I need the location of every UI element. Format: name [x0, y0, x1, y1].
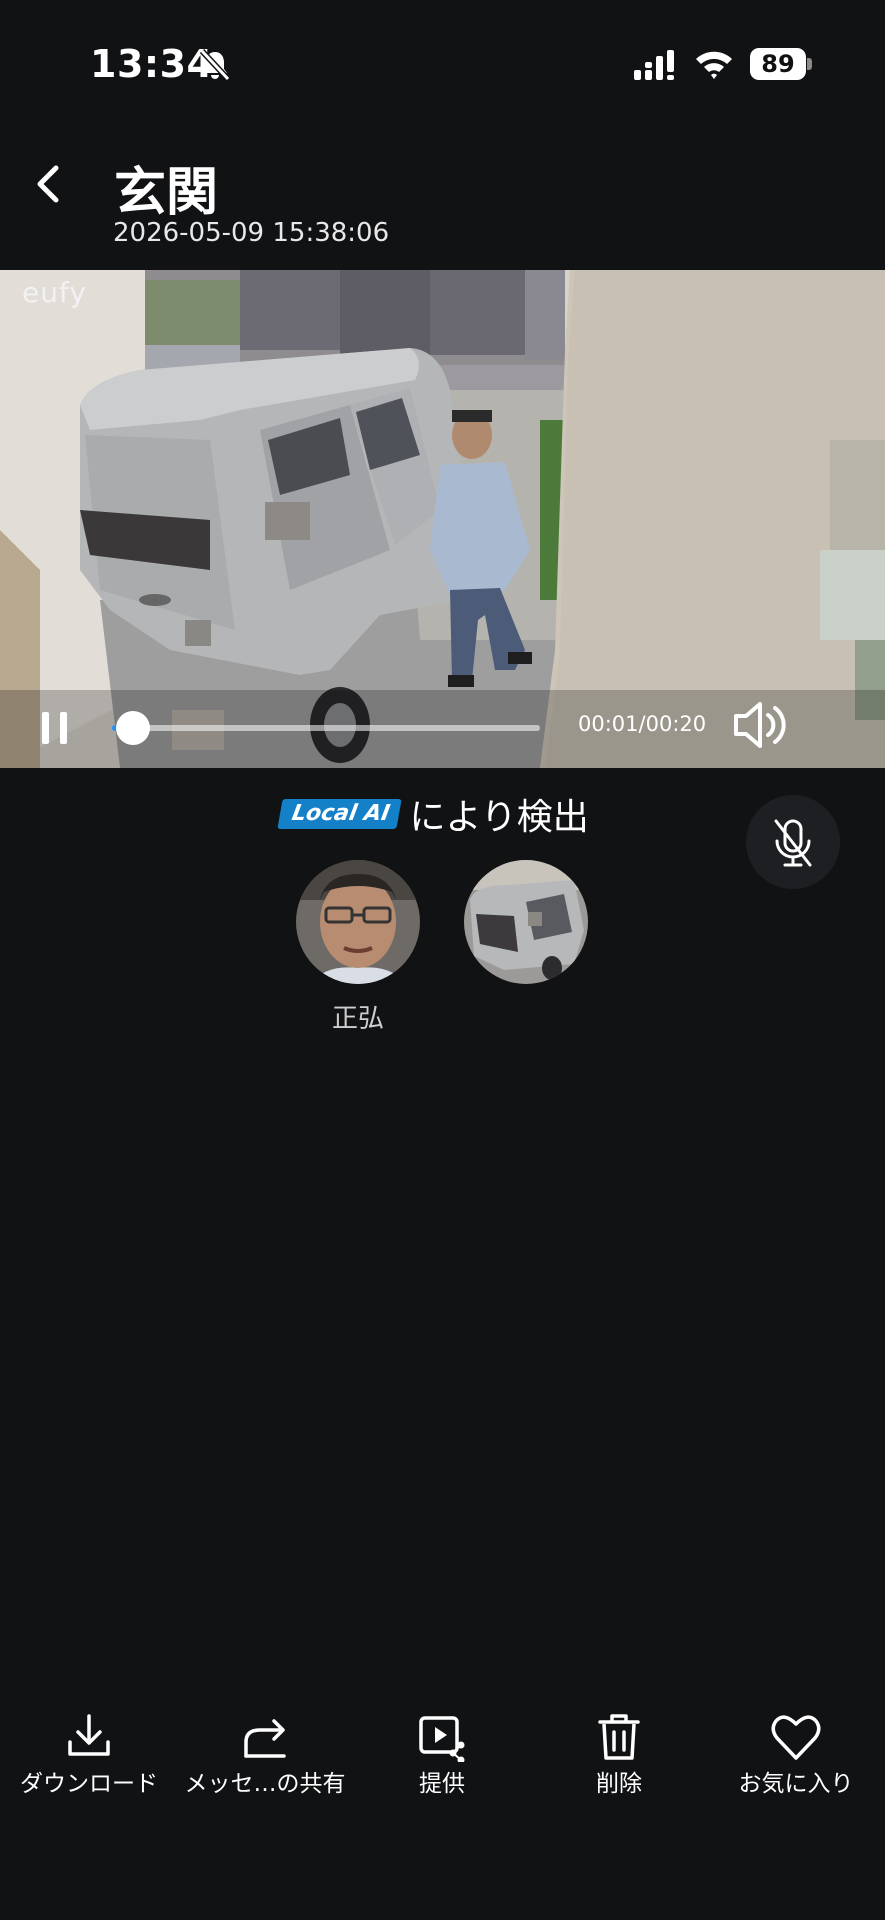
vehicle-thumbnail[interactable]: [464, 860, 588, 984]
vehicle-thumbnail-image: [464, 860, 588, 984]
video-player[interactable]: eufy 00:01/00:20: [0, 270, 885, 768]
video-share-icon: [419, 1716, 465, 1762]
page-title: 玄関: [114, 163, 219, 223]
face-name-label: 正弘: [331, 1004, 384, 1034]
trash-icon: [598, 1714, 640, 1760]
mute-mic-button[interactable]: [746, 795, 840, 889]
share-icon: [244, 1719, 286, 1758]
battery-icon: 89: [750, 48, 812, 80]
pause-icon[interactable]: [38, 708, 72, 748]
back-icon[interactable]: [32, 160, 68, 208]
volume-icon[interactable]: [732, 698, 788, 752]
cellular-signal-icon: [634, 50, 674, 80]
delete-label: 削除: [596, 1771, 642, 1797]
eufy-watermark: eufy: [22, 276, 87, 309]
share-message-button[interactable]: メッセ…の共有: [176, 1712, 354, 1797]
heart-icon: [771, 1715, 821, 1760]
mic-off-icon: [774, 819, 812, 867]
download-icon: [68, 1714, 110, 1756]
video-frame-image: [0, 270, 885, 768]
provide-button[interactable]: 提供: [353, 1712, 531, 1797]
wifi-icon: [696, 51, 732, 79]
bell-slash-icon: [199, 48, 231, 82]
progress-slider[interactable]: [112, 711, 540, 745]
face-thumbnail-image: [296, 860, 420, 984]
favorite-label: お気に入り: [738, 1771, 854, 1797]
local-ai-badge: Local AI: [277, 799, 403, 829]
provide-label: 提供: [419, 1771, 465, 1797]
face-thumbnail[interactable]: [296, 860, 420, 984]
download-button[interactable]: ダウンロード: [0, 1712, 178, 1797]
battery-level: 89: [750, 48, 806, 80]
detection-label: により検出: [409, 797, 589, 838]
favorite-button[interactable]: お気に入り: [707, 1712, 885, 1797]
detection-header: Local AI により検出: [277, 790, 589, 838]
download-label: ダウンロード: [20, 1771, 158, 1797]
time-readout: 00:01/00:20: [578, 712, 707, 736]
share-message-label: メッセ…の共有: [184, 1771, 346, 1797]
event-datetime: 2026-05-09 15:38:06: [113, 218, 390, 248]
delete-button[interactable]: 削除: [530, 1712, 708, 1797]
status-time: 13:34: [90, 42, 214, 86]
